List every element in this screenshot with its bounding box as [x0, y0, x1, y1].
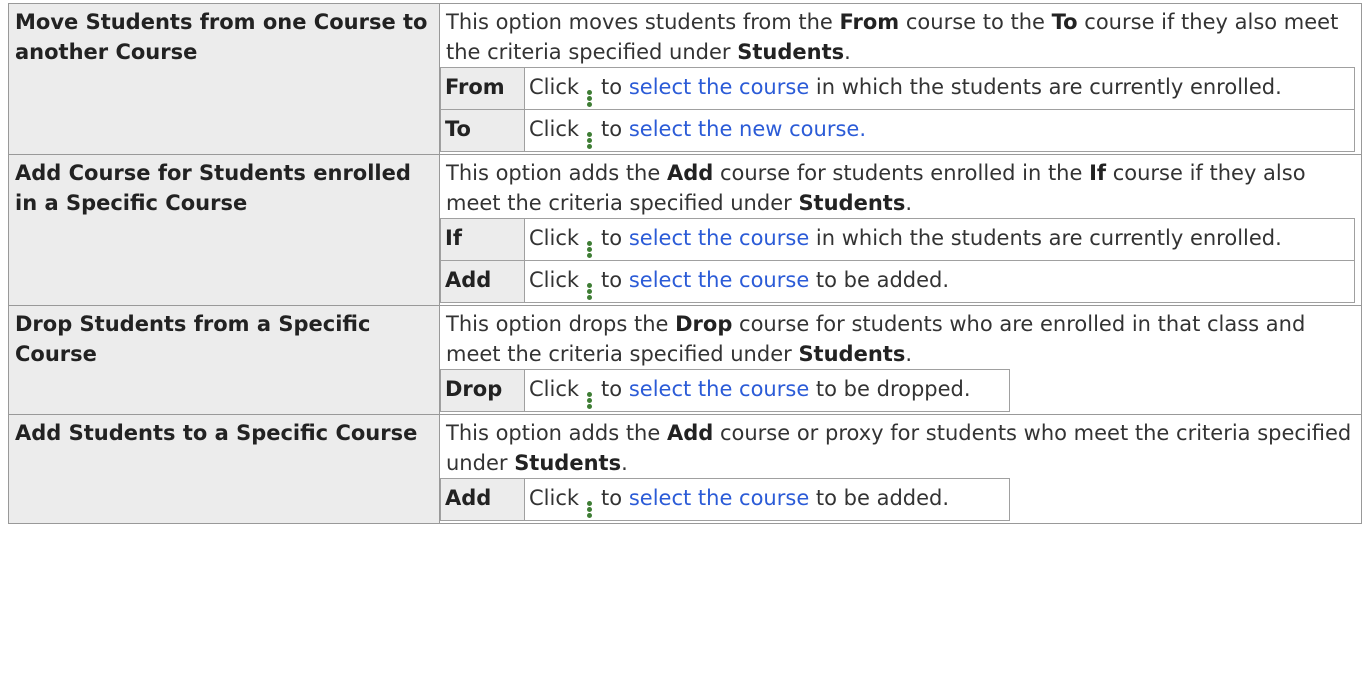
table-row: Add Students to a Specific Course This o…: [8, 414, 1362, 524]
select-new-course-link[interactable]: select the new course.: [629, 117, 866, 141]
select-course-link[interactable]: select the course: [629, 377, 809, 401]
field-label: Add: [440, 478, 525, 521]
description-text: This option drops the Drop course for st…: [446, 312, 1306, 366]
field-label: From: [440, 67, 525, 110]
field-instruction: Click to select the course to be added.: [524, 478, 1010, 521]
vertical-ellipsis-icon[interactable]: [587, 241, 593, 258]
table-row: Move Students from one Course to another…: [8, 3, 1362, 155]
select-course-link[interactable]: select the course: [629, 486, 809, 510]
option-name: Drop Students from a Specific Course: [8, 305, 440, 415]
select-course-link[interactable]: select the course: [629, 75, 809, 99]
field-table: If Click to select the course in which th…: [440, 218, 1355, 303]
option-description: This option drops the Drop course for st…: [439, 305, 1362, 415]
field-label: Add: [440, 260, 525, 303]
table-row: Add Course for Students enrolled in a Sp…: [8, 154, 1362, 306]
option-description: This option moves students from the From…: [439, 3, 1362, 155]
field-row: Drop Click to select the course to be dro…: [440, 369, 1010, 412]
field-instruction: Click to select the new course.: [524, 109, 1355, 152]
vertical-ellipsis-icon[interactable]: [587, 392, 593, 409]
table-row: Drop Students from a Specific Course Thi…: [8, 305, 1362, 415]
field-row: To Click to select the new course.: [440, 109, 1355, 152]
field-row: Add Click to select the course to be adde…: [440, 260, 1355, 303]
field-table: From Click to select the course in which …: [440, 67, 1355, 152]
document: Move Students from one Course to another…: [8, 3, 1362, 524]
option-description: This option adds the Add course for stud…: [439, 154, 1362, 306]
field-instruction: Click to select the course in which the s…: [524, 67, 1355, 110]
description-text: This option adds the Add course or proxy…: [446, 421, 1352, 475]
field-label: Drop: [440, 369, 525, 412]
field-label: To: [440, 109, 525, 152]
field-table: Drop Click to select the course to be dro…: [440, 369, 1010, 412]
field-table: Add Click to select the course to be adde…: [440, 478, 1010, 521]
description-text: This option adds the Add course for stud…: [446, 161, 1306, 215]
field-instruction: Click to select the course in which the s…: [524, 218, 1355, 261]
vertical-ellipsis-icon[interactable]: [587, 90, 593, 107]
field-instruction: Click to select the course to be dropped.: [524, 369, 1010, 412]
option-name: Move Students from one Course to another…: [8, 3, 440, 155]
course-options-table: Move Students from one Course to another…: [8, 3, 1362, 524]
field-row: Add Click to select the course to be adde…: [440, 478, 1010, 521]
option-name: Add Students to a Specific Course: [8, 414, 440, 524]
description-text: This option moves students from the From…: [446, 10, 1339, 64]
field-instruction: Click to select the course to be added.: [524, 260, 1355, 303]
option-name: Add Course for Students enrolled in a Sp…: [8, 154, 440, 306]
field-row: If Click to select the course in which th…: [440, 218, 1355, 261]
option-description: This option adds the Add course or proxy…: [439, 414, 1362, 524]
vertical-ellipsis-icon[interactable]: [587, 132, 593, 149]
field-label: If: [440, 218, 525, 261]
vertical-ellipsis-icon[interactable]: [587, 283, 593, 300]
select-course-link[interactable]: select the course: [629, 226, 809, 250]
select-course-link[interactable]: select the course: [629, 268, 809, 292]
vertical-ellipsis-icon[interactable]: [587, 501, 593, 518]
field-row: From Click to select the course in which …: [440, 67, 1355, 110]
